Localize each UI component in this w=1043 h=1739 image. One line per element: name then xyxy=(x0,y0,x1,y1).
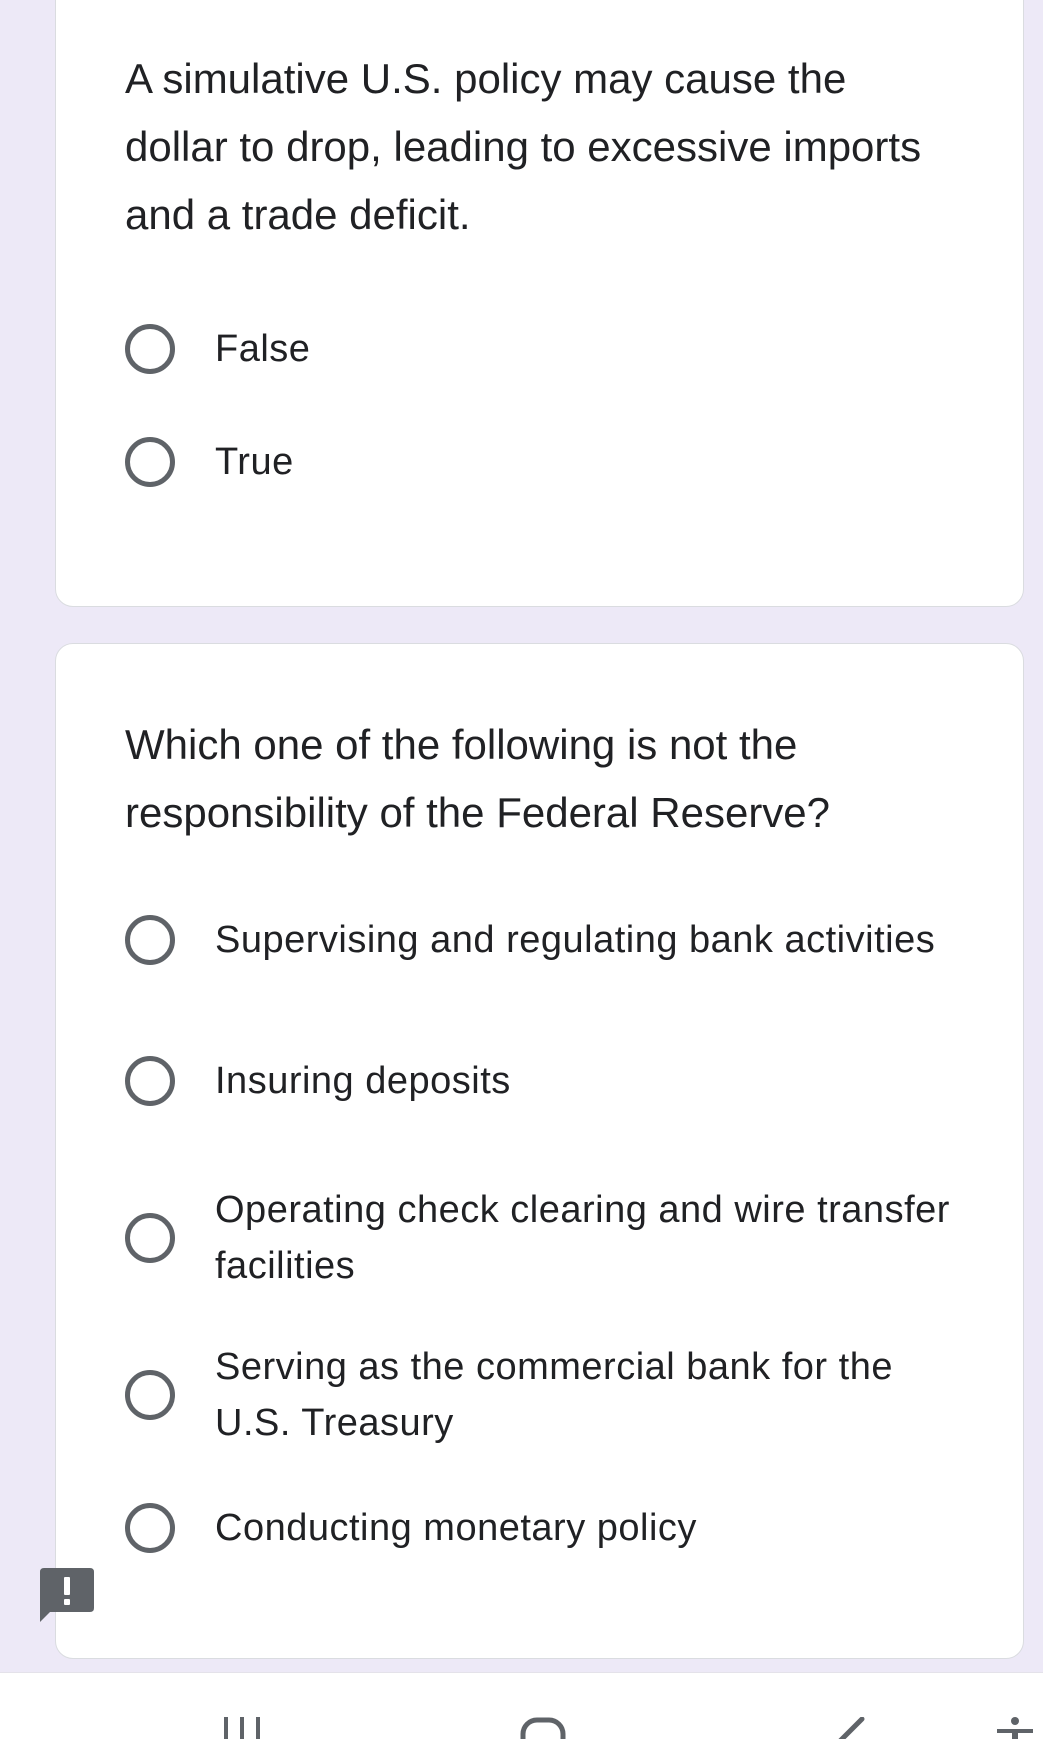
radio-button[interactable] xyxy=(125,915,175,965)
radio-option-supervising[interactable]: Supervising and regulating bank activiti… xyxy=(125,912,985,968)
report-problem-button[interactable] xyxy=(38,1566,96,1624)
option-label: Serving as the commercial bank for the U… xyxy=(215,1346,893,1444)
option-label: Conducting monetary policy xyxy=(215,1507,697,1549)
question-card-2: Which one of the following is not the re… xyxy=(55,643,1024,1659)
system-navigation-bar xyxy=(0,1672,1043,1739)
option-label: True xyxy=(215,441,294,483)
home-icon xyxy=(520,1717,566,1739)
question-card-1: A simulative U.S. policy may cause the d… xyxy=(55,0,1024,607)
accessibility-button[interactable] xyxy=(995,1717,1035,1739)
option-label: False xyxy=(215,328,311,370)
radio-option-serving[interactable]: Serving as the commercial bank for the U… xyxy=(125,1339,985,1451)
radio-button[interactable] xyxy=(125,1213,175,1263)
radio-button[interactable] xyxy=(125,324,175,374)
question-text: Which one of the following is not the re… xyxy=(125,721,831,836)
radio-button[interactable] xyxy=(125,1370,175,1420)
report-problem-icon xyxy=(40,1568,94,1622)
radio-option-operating[interactable]: Operating check clearing and wire transf… xyxy=(125,1182,985,1294)
radio-button[interactable] xyxy=(125,1056,175,1106)
option-label: Insuring deposits xyxy=(215,1060,511,1102)
recent-apps-button[interactable] xyxy=(222,1717,262,1739)
question-text: A simulative U.S. policy may cause the d… xyxy=(125,55,922,238)
home-button[interactable] xyxy=(520,1717,566,1739)
radio-option-conducting[interactable]: Conducting monetary policy xyxy=(125,1500,985,1556)
radio-button[interactable] xyxy=(125,437,175,487)
recent-apps-icon xyxy=(224,1717,260,1739)
accessibility-icon xyxy=(997,1717,1033,1739)
radio-button[interactable] xyxy=(125,1503,175,1553)
back-button[interactable] xyxy=(828,1716,868,1739)
radio-option-false[interactable]: False xyxy=(125,321,985,377)
back-icon xyxy=(838,1716,865,1739)
option-label: Supervising and regulating bank activiti… xyxy=(215,919,936,961)
radio-option-insuring[interactable]: Insuring deposits xyxy=(125,1053,985,1109)
option-label: Operating check clearing and wire transf… xyxy=(215,1189,950,1287)
radio-option-true[interactable]: True xyxy=(125,434,985,490)
